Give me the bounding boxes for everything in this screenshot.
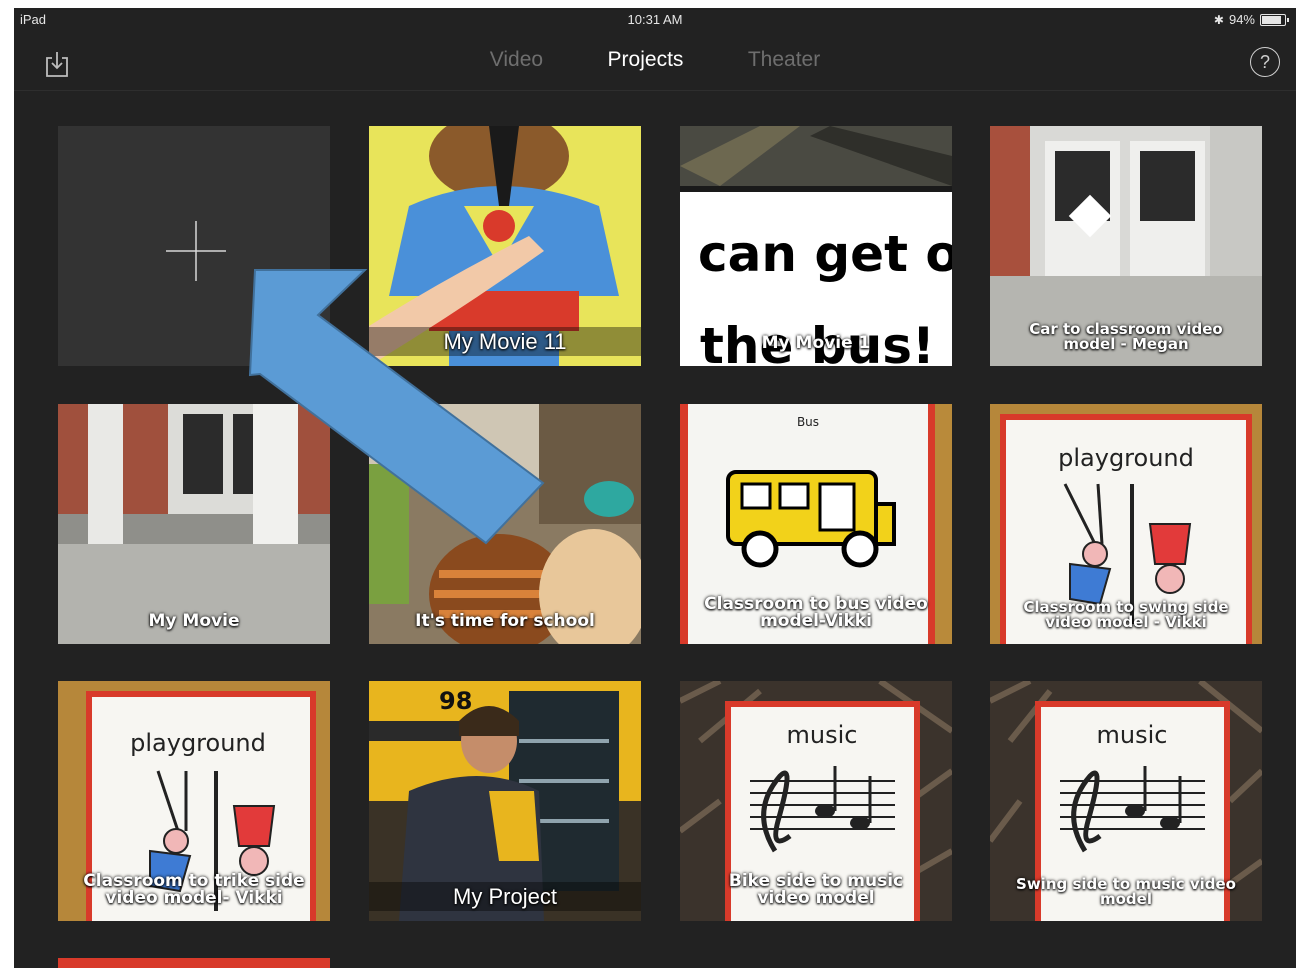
project-title: My Movie 11 bbox=[369, 327, 641, 356]
imovie-screen: iPad 10:31 AM ✱ 94% Video Projects Theat… bbox=[14, 8, 1296, 968]
plus-icon bbox=[166, 221, 226, 281]
project-title: Classroom to swing side video model - Vi… bbox=[1023, 598, 1229, 631]
project-tile[interactable]: It's time for school bbox=[369, 404, 641, 644]
battery-indicator: ✱ 94% bbox=[1213, 12, 1289, 27]
project-thumbnail bbox=[58, 404, 330, 644]
status-bar: iPad 10:31 AM ✱ 94% bbox=[14, 8, 1296, 30]
project-tile[interactable]: can get o the bus! My Movie 1 bbox=[680, 126, 952, 366]
sign-text: music bbox=[787, 721, 858, 749]
project-tile[interactable]: My Movie bbox=[58, 404, 330, 644]
project-tile[interactable]: music Swing side to music video model bbox=[990, 681, 1262, 921]
sign-text: playground bbox=[130, 729, 266, 757]
battery-percent: 94% bbox=[1228, 12, 1255, 27]
project-tile[interactable]: playground Classroom to trike side video… bbox=[58, 681, 330, 921]
project-title: Car to classroom video model - Megan bbox=[1029, 320, 1223, 353]
project-tile[interactable]: Bus Classroom to bus video model-Vikki bbox=[680, 404, 952, 644]
project-title: My Movie 1 bbox=[761, 333, 871, 353]
sign-text: Bus bbox=[797, 415, 819, 429]
bus-number: 98 bbox=[439, 687, 472, 715]
project-thumbnail: can get o the bus! bbox=[680, 126, 952, 366]
project-title: Swing side to music video model bbox=[1016, 875, 1236, 908]
project-title: Classroom to bus video model-Vikki bbox=[704, 594, 928, 631]
view-tabs: Video Projects Theater bbox=[14, 48, 1296, 72]
clock: 10:31 AM bbox=[627, 12, 683, 27]
tab-projects[interactable]: Projects bbox=[608, 48, 684, 72]
tab-video[interactable]: Video bbox=[490, 48, 543, 72]
tab-theater[interactable]: Theater bbox=[748, 48, 820, 72]
project-tile[interactable]: playground Classroom to swing side video… bbox=[990, 404, 1262, 644]
project-title: It's time for school bbox=[415, 611, 595, 631]
project-title: My Movie bbox=[148, 611, 240, 631]
sign-text: playground bbox=[1058, 444, 1194, 472]
thumbnail-text: can get o bbox=[698, 225, 952, 283]
battery-icon bbox=[1260, 13, 1289, 26]
battery-fill bbox=[1262, 15, 1281, 24]
project-tile[interactable]: 98 My Project bbox=[369, 681, 641, 921]
help-button[interactable]: ? bbox=[1250, 47, 1280, 77]
sign-text: music bbox=[1097, 721, 1168, 749]
project-title: My Project bbox=[369, 882, 641, 911]
project-title: Bike side to music video model bbox=[728, 871, 904, 908]
bluetooth-icon: ✱ bbox=[1213, 12, 1224, 27]
project-title: Classroom to trike side video model- Vik… bbox=[83, 871, 305, 908]
project-tile[interactable]: music Bike side to music video model bbox=[680, 681, 952, 921]
project-tile[interactable]: Car to classroom video model - Megan bbox=[990, 126, 1262, 366]
project-tile[interactable] bbox=[58, 958, 330, 968]
project-tile[interactable]: My Movie 11 bbox=[369, 126, 641, 366]
nav-bar: Video Projects Theater ? bbox=[14, 38, 1296, 91]
project-thumbnail bbox=[369, 404, 641, 644]
new-project-button[interactable] bbox=[58, 126, 330, 366]
